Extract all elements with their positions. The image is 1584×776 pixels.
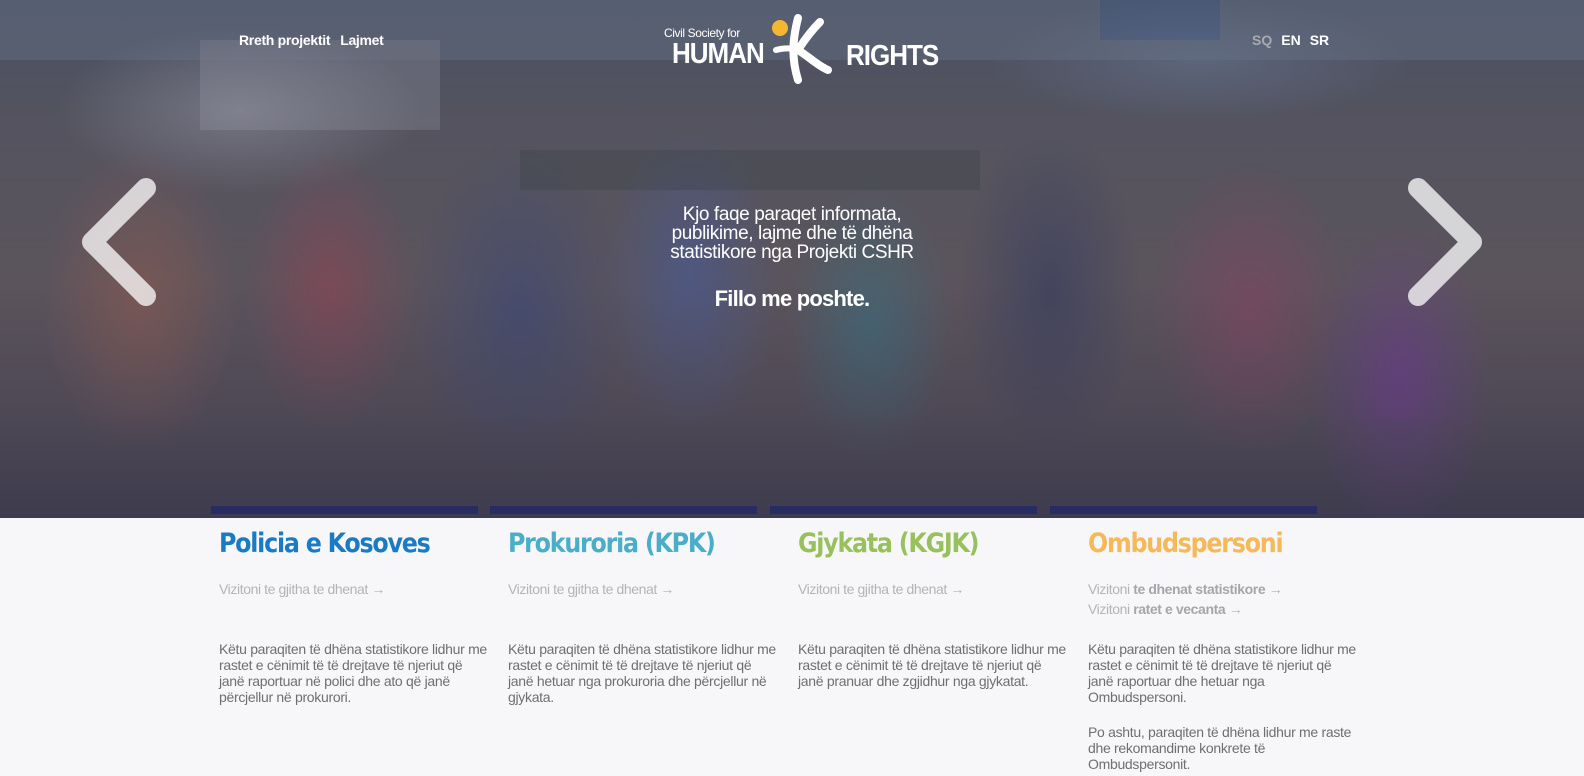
lang-sr[interactable]: SR [1310,32,1329,48]
visit-special-cases-link[interactable]: Vizitoni ratet e vecanta → [1088,599,1358,619]
chevron-left-icon [82,178,156,306]
tab-bar-police [211,506,478,514]
section-description: Këtu paraqiten të dhëna statistikore lid… [1088,641,1356,705]
logo-figure-icon [772,14,832,84]
logo-line-2: HUMAN [672,36,765,70]
tab-bar-ombudsperson [1050,506,1317,514]
hero-cta-link[interactable]: Fillo me poshte. [592,286,992,312]
section-title: Ombudspersoni [1088,528,1284,559]
hero-tagline: Kjo faqe paraqet informata, publikime, l… [592,205,992,262]
section-title: Policia e Kosoves [219,528,431,559]
section-tab-bars [0,506,1584,514]
section-prosecution: Prokuroria (KPK) Vizitoni te gjitha te d… [508,528,778,705]
section-police: Policia e Kosoves Vizitoni te gjitha te … [219,528,489,705]
lang-sq[interactable]: SQ [1252,32,1272,48]
section-description: Këtu paraqiten të dhëna statistikore lid… [798,641,1066,689]
chevron-right-icon [1408,178,1482,306]
language-switcher: SQ EN SR [1252,32,1329,48]
section-description-extra: Po ashtu, paraqiten të dhëna lidhur me r… [1088,724,1352,772]
section-title: Gjykata (KGJK) [798,528,980,559]
section-ombudsperson: Ombudspersoni Vizitoni te dhenat statist… [1088,528,1358,772]
top-navigation: Rreth projektit Lajmet [239,32,384,48]
section-description: Këtu paraqiten të dhëna statistikore lid… [508,641,776,705]
visit-statistics-link[interactable]: Vizitoni te dhenat statistikore → [1088,579,1358,599]
hero-tagline-line: Kjo faqe paraqet informata, [682,204,902,225]
nav-link-about[interactable]: Rreth projektit [239,32,330,48]
visit-all-data-link[interactable]: Vizitoni te gjitha te dhenat → [798,579,1068,599]
tab-bar-prosecution [490,506,757,514]
visit-all-data-link[interactable]: Vizitoni te gjitha te dhenat → [508,579,778,599]
tab-bar-court [770,506,1037,514]
carousel-prev-button[interactable] [76,178,160,311]
nav-link-news[interactable]: Lajmet [340,32,384,48]
visit-all-data-link[interactable]: Vizitoni te gjitha te dhenat → [219,579,489,599]
section-court: Gjykata (KGJK) Vizitoni te gjitha te dhe… [798,528,1068,689]
section-title: Prokuroria (KPK) [508,528,716,559]
site-logo[interactable]: Civil Society for HUMAN RIGHTS [662,14,939,84]
lang-en[interactable]: EN [1281,32,1300,48]
hero-tagline-line: publikime, lajme dhe të dhëna [671,223,913,244]
carousel-next-button[interactable] [1404,178,1488,311]
logo-line-3: RIGHTS [846,38,939,72]
section-description: Këtu paraqiten të dhëna statistikore lid… [219,641,487,705]
hero-tagline-line: statistikore nga Projekti CSHR [670,242,914,263]
